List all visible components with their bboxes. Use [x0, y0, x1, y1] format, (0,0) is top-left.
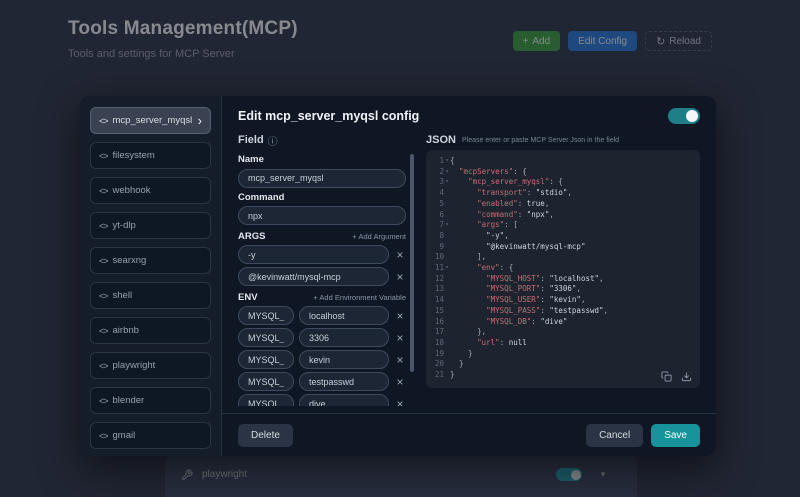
code-line: 3 ▾ "mcp_server_myqsl": {: [439, 177, 563, 187]
code-line: 6 "command": "npx",: [439, 209, 554, 219]
add-env-link[interactable]: + Add Environment Variable: [313, 293, 406, 302]
modal-footer: Delete Cancel Save: [222, 413, 716, 456]
code-line: 19 }: [434, 348, 473, 358]
remove-arg-icon[interactable]: ×: [394, 249, 406, 261]
sidebar-item-searxng[interactable]: <> searxng: [90, 247, 211, 274]
env-row: ×: [238, 350, 406, 369]
json-hint: Please enter or paste MCP Server Json in…: [461, 136, 620, 144]
code-icon: <>: [99, 290, 108, 301]
download-icon[interactable]: [681, 371, 692, 382]
remove-arg-icon[interactable]: ×: [394, 271, 406, 283]
command-input[interactable]: [238, 206, 406, 225]
code-line: 15 "MYSQL_PASS": "testpasswd",: [434, 305, 609, 315]
copy-icon[interactable]: [661, 371, 672, 382]
info-icon[interactable]: ⓘ: [268, 133, 278, 148]
arg-input[interactable]: [238, 267, 389, 286]
env-value-input[interactable]: [299, 394, 389, 406]
code-line: 11 ▾ "env": {: [434, 263, 514, 273]
delete-button[interactable]: Delete: [238, 423, 293, 447]
code-line: 1 ▾{: [439, 156, 455, 165]
remove-env-icon[interactable]: ×: [394, 354, 406, 366]
remove-env-icon[interactable]: ×: [394, 332, 406, 344]
code-line: 20 }: [434, 359, 464, 369]
env-key-input[interactable]: [238, 372, 294, 391]
remove-env-icon[interactable]: ×: [394, 398, 406, 407]
code-icon: <>: [99, 220, 108, 231]
code-line: 9 "@kevinwatt/mysql-mcp": [439, 241, 586, 251]
field-scroll-area: Name Command ARGS + Add Argument × ×: [238, 150, 414, 406]
code-line: 17 },: [434, 327, 487, 337]
json-column: JSON Please enter or paste MCP Server Js…: [426, 130, 700, 413]
server-enabled-toggle[interactable]: [668, 108, 700, 124]
sidebar-item-gmail[interactable]: <> gmail: [90, 422, 211, 449]
code-icon: <>: [99, 360, 108, 371]
remove-env-icon[interactable]: ×: [394, 376, 406, 388]
cancel-button[interactable]: Cancel: [586, 423, 644, 447]
sidebar-item-blender[interactable]: <> blender: [90, 387, 211, 414]
env-value-input[interactable]: [299, 372, 389, 391]
code-line: 13 "MYSQL_PORT": "3306",: [434, 284, 581, 294]
code-line: 18 "url": null: [434, 337, 527, 347]
modal-title: Edit mcp_server_myqsl config: [238, 109, 420, 123]
field-section-label: Field: [238, 134, 264, 146]
env-value-input[interactable]: [299, 328, 389, 347]
code-icon: <>: [99, 185, 108, 196]
code-icon: <>: [99, 395, 108, 406]
code-icon: <>: [99, 150, 108, 161]
code-line: 10 ],: [434, 252, 487, 262]
code-line: 5 "enabled": true,: [439, 198, 550, 208]
modal-content: Edit mcp_server_myqsl config Field ⓘ Nam…: [222, 96, 716, 456]
field-scrollbar[interactable]: [410, 154, 414, 372]
name-label: Name: [238, 154, 264, 165]
env-key-input[interactable]: [238, 394, 294, 406]
sidebar-item-filesystem[interactable]: <> filesystem: [90, 142, 211, 169]
env-key-input[interactable]: [238, 350, 294, 369]
code-line: 2 ▾ "mcpServers": {: [439, 166, 527, 176]
field-column: Field ⓘ Name Command ARGS + Add Argument…: [238, 130, 414, 413]
name-input[interactable]: [238, 168, 406, 188]
arg-input[interactable]: [238, 245, 389, 264]
code-line: 14 "MYSQL_USER": "kevin",: [434, 295, 586, 305]
code-line: 12 "MYSQL_HOST": "localhost",: [434, 273, 604, 283]
code-icon: <>: [99, 430, 108, 441]
code-icon: <>: [99, 255, 108, 266]
code-line: 21 }: [434, 370, 455, 380]
env-label: ENV: [238, 292, 258, 303]
server-list-sidebar: <> mcp_server_myqsl › <> filesystem <> w…: [80, 96, 222, 456]
code-line: 7 ▾ "args": [: [439, 220, 518, 230]
edit-config-modal: <> mcp_server_myqsl › <> filesystem <> w…: [80, 96, 716, 456]
code-line: 16 "MYSQL_DB": "dive": [434, 316, 568, 326]
arg-row: ×: [238, 267, 406, 286]
sidebar-item-webhook[interactable]: <> webhook: [90, 177, 211, 204]
env-value-input[interactable]: [299, 306, 389, 325]
env-row: ×: [238, 328, 406, 347]
sidebar-item-playwright[interactable]: <> playwright: [90, 352, 211, 379]
sidebar-item-airbnb[interactable]: <> airbnb: [90, 317, 211, 344]
toggle-knob: [686, 110, 698, 122]
env-value-input[interactable]: [299, 350, 389, 369]
json-editor[interactable]: 1 ▾{2 ▾ "mcpServers": {3 ▾ "mcp_server_myqs…: [426, 150, 700, 388]
arg-row: ×: [238, 245, 406, 264]
code-line: 4 "transport": "stdio",: [439, 188, 572, 198]
sidebar-item-yt-dlp[interactable]: <> yt-dlp: [90, 212, 211, 239]
chevron-right-icon: ›: [197, 113, 202, 128]
sidebar-item-shell[interactable]: <> shell: [90, 282, 211, 309]
add-argument-link[interactable]: + Add Argument: [352, 232, 406, 241]
env-row: ×: [238, 306, 406, 325]
save-button[interactable]: Save: [651, 423, 700, 447]
command-label: Command: [238, 191, 285, 203]
args-label: ARGS: [238, 231, 266, 242]
env-key-input[interactable]: [238, 328, 294, 347]
remove-env-icon[interactable]: ×: [394, 310, 406, 322]
sidebar-item-mcp_server_myqsl[interactable]: <> mcp_server_myqsl ›: [90, 107, 211, 134]
code-icon: <>: [99, 325, 108, 336]
env-row: ×: [238, 394, 406, 406]
json-section-label: JSON: [426, 134, 456, 146]
env-row: ×: [238, 372, 406, 391]
code-icon: <>: [99, 115, 108, 126]
env-key-input[interactable]: [238, 306, 294, 325]
code-line: 8 "-y",: [439, 230, 509, 240]
